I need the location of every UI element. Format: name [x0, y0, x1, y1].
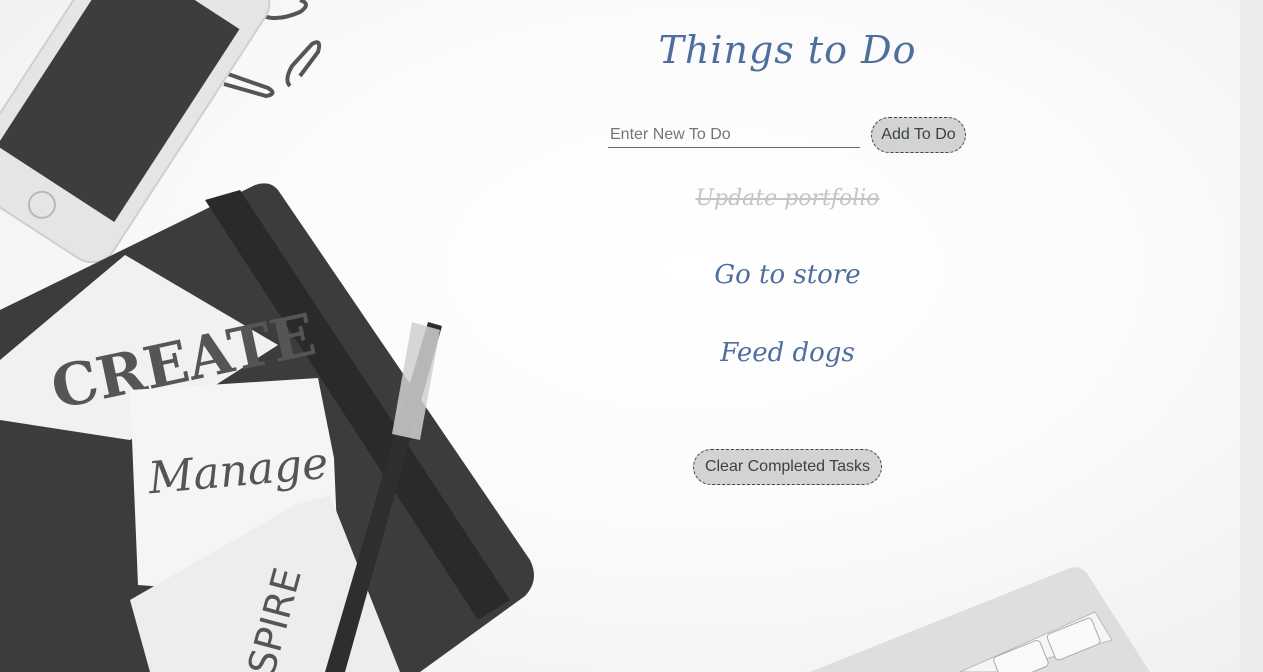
new-todo-input[interactable] [608, 123, 860, 148]
add-todo-button[interactable]: Add To Do [871, 117, 966, 153]
clear-completed-button[interactable]: Clear Completed Tasks [693, 449, 882, 485]
todo-item-update-portfolio[interactable]: Update portfolio [560, 186, 1015, 211]
todo-app: Things to Do Add To Do Update portfolio … [560, 0, 1015, 672]
todo-item-feed-dogs[interactable]: Feed dogs [560, 338, 1015, 368]
todo-item-go-to-store[interactable]: Go to store [560, 260, 1015, 290]
page-title: Things to Do [658, 28, 917, 72]
